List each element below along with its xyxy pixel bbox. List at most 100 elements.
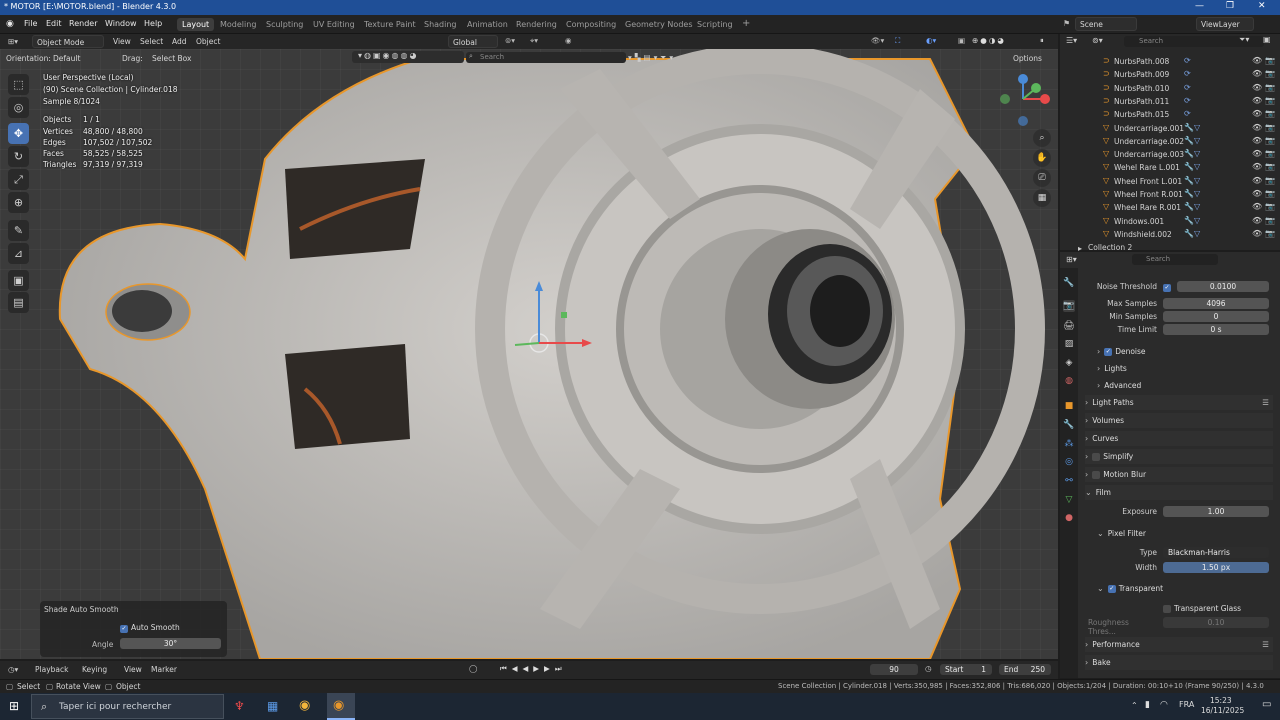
visibility-eye-icon[interactable]: 👁 <box>1252 202 1262 211</box>
tab-modeling[interactable]: Modeling <box>215 18 261 31</box>
notifications-icon[interactable]: ▭ <box>1262 699 1271 710</box>
modifier-icon[interactable]: ⟳ <box>1184 96 1191 105</box>
modifier-icon[interactable]: ⟳ <box>1184 83 1191 92</box>
taskbar-date[interactable]: 16/11/2025 <box>1201 706 1244 715</box>
lights-panel[interactable]: › Lights <box>1097 361 1273 376</box>
outliner-item[interactable]: ⊃ NurbsPath.010 ⟳ 👁 📷 <box>1060 82 1280 95</box>
grid-toggle-icon[interactable]: ▦ <box>1033 189 1051 207</box>
maximize-icon[interactable]: ❐ <box>1226 1 1234 11</box>
outliner-item[interactable]: ▽ Windshield.002 🔧▽ 👁 📷 <box>1060 228 1280 241</box>
output-tab-icon[interactable]: 🖨 <box>1063 320 1075 332</box>
visibility-eye-icon[interactable]: 👁 <box>1252 83 1262 92</box>
visibility-eye-icon[interactable]: 👁 <box>1252 189 1262 198</box>
material-tab-icon[interactable]: ● <box>1063 512 1075 524</box>
outliner-filter-icon[interactable]: ⏷▾ <box>1239 35 1249 45</box>
constraints-tab-icon[interactable]: ⚯ <box>1063 475 1075 487</box>
max-samples-field[interactable]: 4096 <box>1163 298 1269 309</box>
modifier-icon[interactable]: 🔧▽ <box>1184 149 1200 158</box>
modifier-icon[interactable]: 🔧▽ <box>1184 176 1200 185</box>
render-camera-icon[interactable]: 📷 <box>1265 69 1275 78</box>
camera-view-icon[interactable]: ⎚ <box>1033 169 1051 187</box>
extra-tool-icon[interactable]: ▤ <box>8 292 29 313</box>
roughness-field[interactable]: 0.10 <box>1163 617 1269 628</box>
visibility-eye-icon[interactable]: 👁 <box>1252 162 1262 171</box>
tab-scripting[interactable]: Scripting <box>692 18 738 31</box>
mode-selector[interactable]: Object Mode <box>32 35 104 48</box>
clock-icon[interactable]: ◷ <box>925 664 932 673</box>
options-dropdown[interactable]: Options <box>1013 54 1042 63</box>
outliner-item[interactable]: ▽ Wheel Front R.001 🔧▽ 👁 📷 <box>1060 188 1280 201</box>
taskbar-search-input[interactable]: Taper ici pour rechercher <box>59 702 171 712</box>
bake-panel[interactable]: › Bake <box>1085 655 1273 670</box>
operator-title[interactable]: Shade Auto Smooth <box>44 605 119 614</box>
tab-rendering[interactable]: Rendering <box>511 18 562 31</box>
tab-sculpting[interactable]: Sculpting <box>261 18 308 31</box>
render-tab-icon[interactable]: 📷 <box>1063 300 1075 312</box>
move-tool-icon[interactable]: ✥ <box>8 123 29 144</box>
data-tab-icon[interactable]: ▽ <box>1063 494 1075 506</box>
scale-tool-icon[interactable]: ⤢ <box>8 169 29 190</box>
modifier-icon[interactable]: 🔧▽ <box>1184 216 1200 225</box>
viewport-search-input[interactable]: Search <box>466 52 626 63</box>
outliner-item[interactable]: ▽ Wheel Rare R.001 🔧▽ 👁 📷 <box>1060 201 1280 214</box>
navigation-gizmo[interactable] <box>995 71 1055 131</box>
menu-edit[interactable]: Edit <box>46 19 62 28</box>
motion-blur-panel[interactable]: › Motion Blur <box>1085 467 1273 482</box>
modifier-icon[interactable]: 🔧▽ <box>1184 189 1200 198</box>
menu-file[interactable]: File <box>24 19 37 28</box>
timeline-editor-icon[interactable]: ◷▾ <box>8 665 18 674</box>
modifier-icon[interactable]: 🔧▽ <box>1184 136 1200 145</box>
render-camera-icon[interactable]: 📷 <box>1265 162 1275 171</box>
minimize-icon[interactable]: — <box>1195 1 1204 11</box>
scene-selector[interactable]: Scene <box>1075 17 1137 31</box>
rotate-tool-icon[interactable]: ↻ <box>8 146 29 167</box>
angle-field[interactable]: 30° <box>120 638 221 649</box>
zoom-icon[interactable]: ⌕ <box>1033 129 1051 147</box>
outliner-panel[interactable]: ☰▾ ⊚▾ Search ⏷▾ ▣ ⊃ NurbsPath.008 ⟳ 👁 📷 ⊃ Nurb… <box>1060 34 1280 253</box>
language-indicator[interactable]: FRA <box>1179 700 1194 709</box>
gizmo-toggle-icon[interactable]: ⛶ <box>895 36 900 46</box>
operator-panel[interactable]: Shade Auto Smooth ✓ Auto Smooth Angle 30° <box>40 601 227 657</box>
object-tab-icon[interactable]: ■ <box>1063 400 1075 412</box>
modifier-icon[interactable]: 🔧▽ <box>1184 229 1200 238</box>
render-camera-icon[interactable]: 📷 <box>1265 96 1275 105</box>
3d-viewport[interactable]: User Perspective (Local) (90) Scene Coll… <box>0 49 1058 659</box>
menu-render[interactable]: Render <box>69 19 97 28</box>
timeline-menu-view[interactable]: View <box>124 665 142 674</box>
taskbar-search-box[interactable]: ⌕ Taper ici pour rechercher <box>31 694 224 719</box>
performance-list-icon[interactable]: ☰ <box>1262 640 1269 649</box>
physics-tab-icon[interactable]: ◎ <box>1063 456 1075 468</box>
header-tool-icons[interactable]: ▾◍▣◉◍◍◕ <box>352 51 464 63</box>
shading-modes-icon[interactable]: ⊕●◑◕ <box>972 36 1006 45</box>
pixel-filter-panel[interactable]: ⌄ Pixel Filter <box>1097 526 1273 541</box>
auto-smooth-checkbox[interactable]: ✓ Auto Smooth <box>120 623 180 633</box>
simplify-panel[interactable]: › Simplify <box>1085 449 1273 464</box>
editor-type-icon[interactable]: ⊞▾ <box>8 37 18 46</box>
tab-compositing[interactable]: Compositing <box>561 18 621 31</box>
outliner-item[interactable]: ▽ Windows.001 🔧▽ 👁 📷 <box>1060 215 1280 228</box>
tray-chevron-icon[interactable]: ⌃ <box>1131 701 1138 710</box>
playback-controls[interactable]: ⏮◀◀▶▶⏭ <box>500 664 567 674</box>
outliner-item[interactable]: ▽ Undercarriage.003 🔧▽ 👁 📷 <box>1060 148 1280 161</box>
render-camera-icon[interactable]: 📷 <box>1265 123 1275 132</box>
outliner-item[interactable]: ▽ Undercarriage.002 🔧▽ 👁 📷 <box>1060 135 1280 148</box>
exposure-field[interactable]: 1.00 <box>1163 506 1269 517</box>
menu-window[interactable]: Window <box>105 19 137 28</box>
viewport-menu-view[interactable]: View <box>113 37 131 46</box>
visibility-eye-icon[interactable]: 👁 <box>1252 69 1262 78</box>
proportional-edit-icon[interactable]: ◉ <box>565 36 572 45</box>
render-camera-icon[interactable]: 📷 <box>1265 189 1275 198</box>
modifier-icon[interactable]: ⟳ <box>1184 56 1191 65</box>
outliner-item[interactable]: ▽ Wheel Front L.001 🔧▽ 👁 📷 <box>1060 175 1280 188</box>
motor-model[interactable] <box>0 49 1058 659</box>
snap-icon[interactable]: ⌖▾ <box>530 36 538 46</box>
filter-width-field[interactable]: 1.50 px <box>1163 562 1269 573</box>
modifier-icon[interactable]: 🔧▽ <box>1184 162 1200 171</box>
view-layer-tab-icon[interactable]: ▨ <box>1063 338 1075 350</box>
modifier-icon[interactable]: ⟳ <box>1184 69 1191 78</box>
annotate-tool-icon[interactable]: ✎ <box>8 220 29 241</box>
pan-hand-icon[interactable]: ✋ <box>1033 149 1051 167</box>
tab-animation[interactable]: Animation <box>462 18 513 31</box>
timeline-menu-playback[interactable]: Playback <box>35 665 68 674</box>
advanced-panel[interactable]: › Advanced <box>1097 378 1273 393</box>
